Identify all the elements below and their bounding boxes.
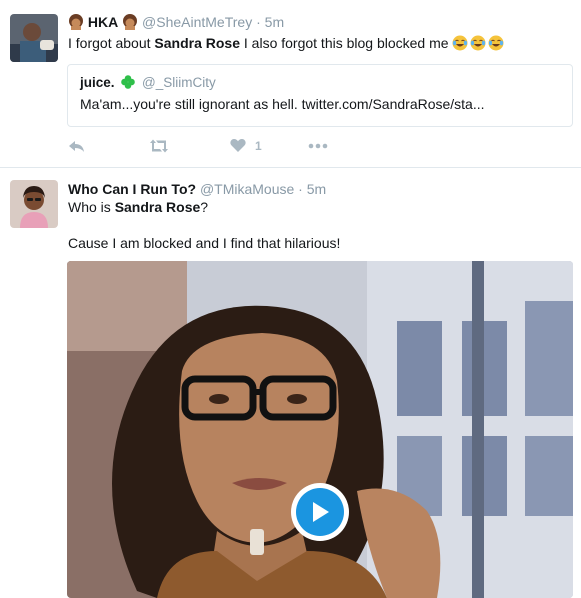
display-name[interactable]: Who Can I Run To? — [68, 181, 196, 197]
tweet-actions: 1 — [68, 138, 368, 158]
play-button[interactable] — [291, 483, 349, 541]
media-image — [67, 261, 573, 598]
separator-dot: · — [256, 14, 261, 30]
reply-icon — [69, 141, 84, 152]
gif-media[interactable] — [67, 261, 573, 598]
user-handle[interactable]: @TMikaMouse — [200, 181, 294, 197]
tweet-1[interactable]: HKA @SheAintMeTrey · 5m I forgot about S… — [0, 0, 581, 167]
play-button-circle — [296, 488, 344, 536]
tweet-text: I forgot about Sandra Rose I also forgot… — [68, 33, 504, 53]
separator-dot: · — [298, 181, 303, 197]
text-segment: I also forgot this blog blocked me — [240, 35, 453, 51]
tweet-text-line-1: Who is Sandra Rose? — [68, 197, 208, 217]
face-with-tears-of-joy-emoji — [452, 35, 468, 51]
display-name[interactable]: HKA — [88, 14, 118, 30]
tweet-text-line-2: Cause I am blocked and I find that hilar… — [68, 235, 341, 251]
tweet-header: HKA @SheAintMeTrey · 5m — [68, 13, 284, 31]
text-bold-segment: Sandra Rose — [114, 199, 201, 215]
like-count: 1 — [255, 138, 262, 153]
woman-emoji-icon — [68, 14, 84, 30]
tweet-header: Who Can I Run To? @TMikaMouse · 5m — [68, 180, 326, 198]
quoted-tweet[interactable]: juice. @_SliimCity Ma'am...you're still … — [67, 64, 573, 127]
play-icon — [313, 502, 329, 522]
clover-icon — [120, 74, 136, 90]
face-with-tears-of-joy-emoji — [470, 35, 486, 51]
more-icon — [308, 143, 328, 149]
quoted-tweet-text: Ma'am...you're still ignorant as hell. t… — [80, 96, 485, 112]
timestamp[interactable]: 5m — [307, 181, 326, 197]
woman-emoji-icon — [122, 14, 138, 30]
more-button[interactable] — [308, 138, 328, 154]
quoted-display-name: juice. — [80, 75, 115, 90]
reply-button[interactable] — [68, 138, 86, 154]
like-button[interactable]: 1 — [230, 138, 262, 153]
avatar[interactable] — [10, 14, 58, 62]
user-handle[interactable]: @SheAintMeTrey — [142, 14, 252, 30]
like-icon — [230, 139, 246, 152]
avatar[interactable] — [10, 180, 58, 228]
retweet-button[interactable] — [148, 138, 170, 154]
text-segment: ? — [200, 199, 209, 215]
timestamp[interactable]: 5m — [265, 14, 284, 30]
quoted-user-handle: @_SliimCity — [142, 75, 216, 90]
tweet-2[interactable]: Who Can I Run To? @TMikaMouse · 5m Who i… — [0, 168, 581, 598]
quoted-tweet-header: juice. @_SliimCity — [80, 74, 216, 90]
text-segment: I forgot about — [68, 35, 155, 51]
text-bold-segment: Sandra Rose — [154, 35, 240, 51]
face-with-tears-of-joy-emoji — [488, 35, 504, 51]
text-segment: Who is — [68, 199, 115, 215]
retweet-icon — [150, 139, 168, 153]
